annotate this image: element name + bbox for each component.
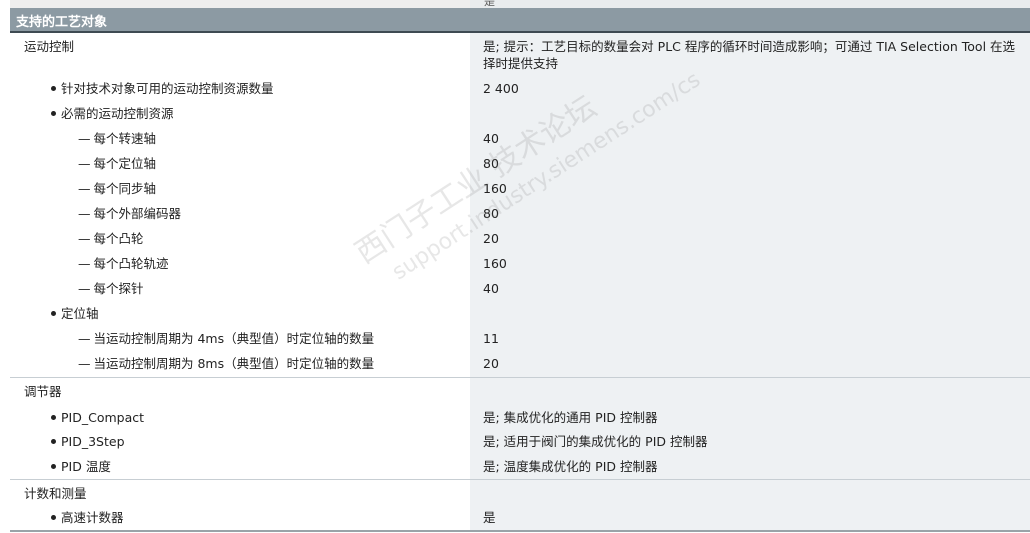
row-label: 每个转速轴 xyxy=(93,131,157,146)
table-row: PID_3Step 是; 适用于阀门的集成优化的 PID 控制器 xyxy=(10,428,1030,453)
section-header: 支持的工艺对象 xyxy=(10,8,1030,33)
table-row: — 当运动控制周期为 4ms（典型值）时定位轴的数量 11 xyxy=(10,325,1030,350)
dash-icon: — xyxy=(78,231,91,246)
table-row: — 每个外部编码器 80 xyxy=(10,200,1030,225)
table-row: — 每个探针 40 xyxy=(10,275,1030,300)
row-value: 160 xyxy=(483,256,507,271)
row-label: 当运动控制周期为 4ms（典型值）时定位轴的数量 xyxy=(93,331,375,346)
bullet-icon xyxy=(51,86,56,91)
section-title: 支持的工艺对象 xyxy=(16,15,108,30)
bullet-icon xyxy=(51,111,56,116)
row-value: 40 xyxy=(483,131,499,146)
row-label: 计数和测量 xyxy=(24,486,87,501)
bottom-divider xyxy=(10,530,1030,532)
row-value: 20 xyxy=(483,231,499,246)
table-row: — 每个同步轴 160 xyxy=(10,175,1030,200)
table-row: 高速计数器 是 xyxy=(10,504,1030,530)
row-value: 是 xyxy=(483,510,496,525)
row-value: 20 xyxy=(483,356,499,371)
row-label: 调节器 xyxy=(24,384,62,399)
table-row: 必需的运动控制资源 xyxy=(10,100,1030,125)
row-value: 160 xyxy=(483,181,507,196)
table-row: PID_Compact 是; 集成优化的通用 PID 控制器 xyxy=(10,404,1030,428)
dash-icon: — xyxy=(78,156,91,171)
row-label: 每个外部编码器 xyxy=(93,206,182,221)
dash-icon: — xyxy=(78,356,91,371)
row-value: 是; 适用于阀门的集成优化的 PID 控制器 xyxy=(483,434,708,449)
row-label: 每个凸轮轨迹 xyxy=(93,256,169,271)
bullet-icon xyxy=(51,439,56,444)
row-value: 是; 温度集成优化的 PID 控制器 xyxy=(483,459,658,474)
dash-icon: — xyxy=(78,331,91,346)
row-value: 11 xyxy=(483,331,499,346)
bullet-icon xyxy=(51,515,56,520)
table-row: 定位轴 xyxy=(10,300,1030,325)
table-row: — 每个定位轴 80 xyxy=(10,150,1030,175)
row-label: PID 温度 xyxy=(61,459,111,474)
dash-icon: — xyxy=(78,281,91,296)
row-label: 每个探针 xyxy=(93,281,144,296)
bullet-icon xyxy=(51,464,56,469)
bullet-icon xyxy=(51,311,56,316)
row-label: 每个凸轮 xyxy=(93,231,144,246)
row-label: 必需的运动控制资源 xyxy=(61,106,174,121)
previous-row-label-cell xyxy=(10,0,470,8)
table-row: 调节器 xyxy=(10,377,1030,404)
row-value: 40 xyxy=(483,281,499,296)
dash-icon: — xyxy=(78,181,91,196)
row-label: 高速计数器 xyxy=(61,510,124,525)
table-row: — 每个凸轮轨迹 160 xyxy=(10,250,1030,275)
row-value: 2 400 xyxy=(483,81,519,96)
previous-row-strip: 是 xyxy=(10,0,1030,8)
table-row: 运动控制 是; 提示：工艺目标的数量会对 PLC 程序的循环时间造成影响；可通过… xyxy=(10,33,1030,75)
previous-row-value-cell: 是 xyxy=(470,0,1030,8)
table-row: 计数和测量 xyxy=(10,479,1030,504)
table-row: — 每个转速轴 40 xyxy=(10,125,1030,150)
row-value: 是; 集成优化的通用 PID 控制器 xyxy=(483,410,658,425)
row-value: 80 xyxy=(483,156,499,171)
row-label: PID_3Step xyxy=(61,434,125,449)
row-value: 是; 提示：工艺目标的数量会对 PLC 程序的循环时间造成影响；可通过 TIA … xyxy=(483,39,1016,71)
row-label: 运动控制 xyxy=(24,39,75,54)
table-row: 针对技术对象可用的运动控制资源数量 2 400 xyxy=(10,75,1030,100)
dash-icon: — xyxy=(78,206,91,221)
row-label: 针对技术对象可用的运动控制资源数量 xyxy=(61,81,274,96)
row-label: 每个定位轴 xyxy=(93,156,157,171)
dash-icon: — xyxy=(78,131,91,146)
row-label: 当运动控制周期为 8ms（典型值）时定位轴的数量 xyxy=(93,356,375,371)
dash-icon: — xyxy=(78,256,91,271)
table-row: PID 温度 是; 温度集成优化的 PID 控制器 xyxy=(10,453,1030,479)
bullet-icon xyxy=(51,415,56,420)
table-row: — 当运动控制周期为 8ms（典型值）时定位轴的数量 20 xyxy=(10,350,1030,377)
table-row: — 每个凸轮 20 xyxy=(10,225,1030,250)
row-label: PID_Compact xyxy=(61,410,145,425)
row-label: 定位轴 xyxy=(61,306,99,321)
row-label: 每个同步轴 xyxy=(93,181,157,196)
row-value: 80 xyxy=(483,206,499,221)
